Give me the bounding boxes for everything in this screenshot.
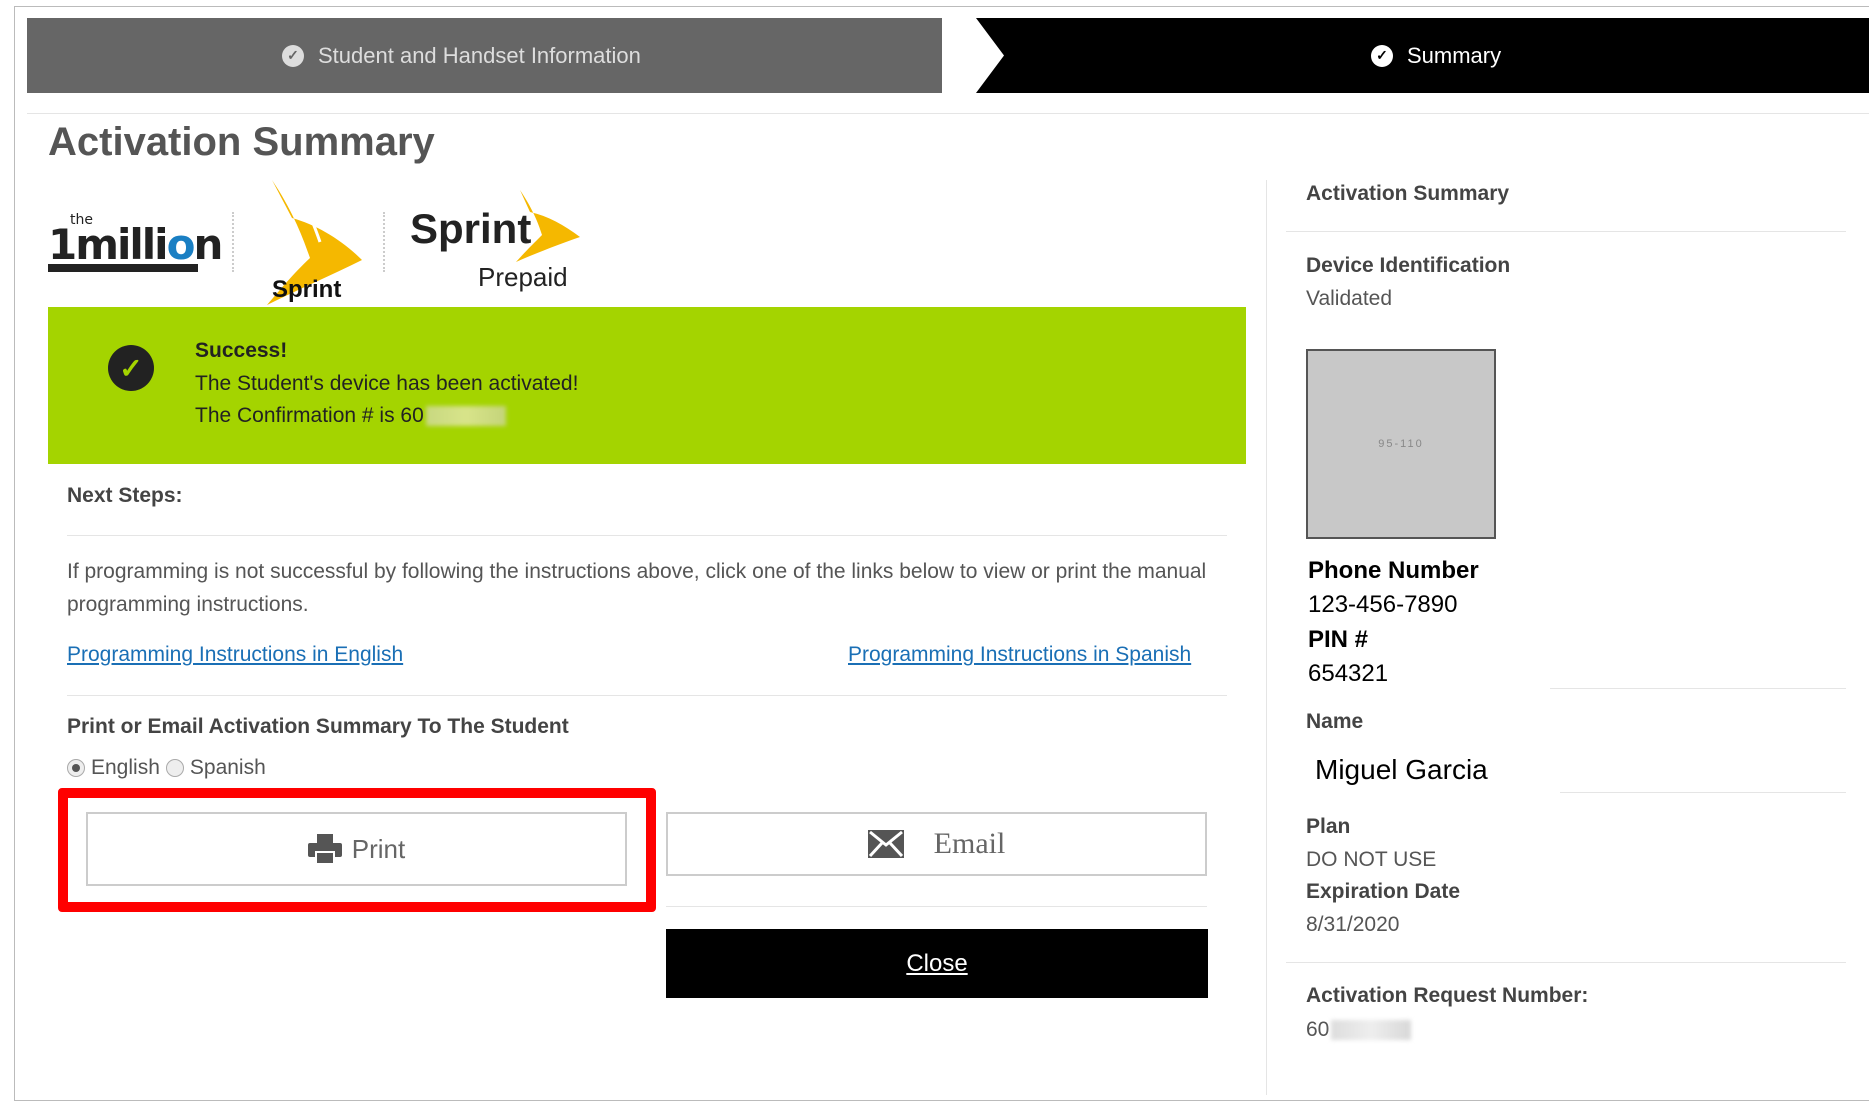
logo-separator [383, 212, 385, 272]
summary-panel-heading: Activation Summary [1306, 182, 1510, 205]
plan-value: DO NOT USE [1306, 848, 1437, 871]
print-button[interactable]: Print [86, 812, 627, 886]
plan-label: Plan [1306, 815, 1351, 838]
wizard-step-summary[interactable]: ✓ Summary [976, 18, 1869, 93]
name-label: Name [1306, 710, 1364, 733]
radio-english-label: English [91, 756, 160, 779]
redacted-value [1331, 1020, 1412, 1041]
redacted-value [425, 406, 506, 427]
pin-label: PIN # [1308, 626, 1369, 653]
radio-spanish-label: Spanish [189, 756, 266, 779]
sprint-prepaid-logo-sub: Prepaid [478, 262, 568, 292]
programming-instructions-text: If programming is not successful by foll… [67, 560, 1207, 616]
email-button[interactable]: Email [666, 812, 1207, 876]
sprint-prepaid-wing-logo [516, 190, 580, 262]
logo-separator [232, 212, 234, 272]
radio-spanish[interactable] [165, 759, 184, 777]
success-message: The Student's device has been activated! [195, 372, 579, 395]
print-email-heading: Print or Email Activation Summary To The… [67, 715, 569, 738]
check-circle-icon: ✓ [108, 345, 154, 391]
close-button[interactable]: Close [666, 929, 1208, 998]
divider [1550, 688, 1846, 689]
check-circle-icon: ✓ [282, 44, 304, 67]
expiration-date-value: 8/31/2020 [1306, 913, 1400, 936]
success-alert: ✓ Success! The Student's device has been… [48, 307, 1246, 464]
wizard-step-student-info[interactable]: ✓ Student and Handset Information [27, 18, 942, 93]
language-radio-group: English Spanish [67, 756, 272, 780]
phone-number-label: Phone Number [1308, 557, 1479, 584]
divider [666, 906, 1207, 907]
programming-instructions-english-link[interactable]: Programming Instructions in English [67, 643, 403, 667]
divider [67, 695, 1227, 696]
programming-instructions-spanish-link[interactable]: Programming Instructions in Spanish [848, 643, 1191, 667]
page-title: Activation Summary [48, 120, 435, 164]
divider [1286, 231, 1846, 232]
device-id-value: Validated [1306, 287, 1393, 310]
envelope-icon [867, 830, 904, 858]
phone-number-value: 123-456-7890 [1308, 591, 1458, 618]
check-circle-icon: ✓ [1371, 44, 1393, 67]
device-barcode-image: 95-110 [1306, 349, 1496, 539]
divider [27, 113, 1869, 114]
print-button-label: Print [351, 833, 406, 864]
name-value: Miguel Garcia [1315, 754, 1488, 785]
panel-divider [1266, 180, 1267, 1095]
activation-request-value: 60 [1306, 1018, 1412, 1042]
pin-value: 654321 [1308, 660, 1389, 687]
divider [1560, 792, 1846, 793]
expiration-date-label: Expiration Date [1306, 880, 1461, 903]
wizard-step-label: Student and Handset Information [318, 42, 641, 68]
device-id-label: Device Identification [1306, 254, 1511, 277]
divider [67, 535, 1227, 536]
radio-english[interactable] [67, 759, 85, 777]
next-steps-heading: Next Steps: [67, 484, 183, 507]
sprint-logo-caption: Sprint [272, 276, 342, 303]
activation-request-label: Activation Request Number: [1306, 984, 1589, 1007]
printer-icon [307, 834, 342, 864]
divider [1286, 962, 1846, 963]
confirmation-number: The Confirmation # is 60 [195, 404, 506, 428]
wizard-step-label: Summary [1407, 42, 1502, 68]
email-button-label: Email [933, 827, 1006, 860]
success-title: Success! [195, 339, 288, 362]
